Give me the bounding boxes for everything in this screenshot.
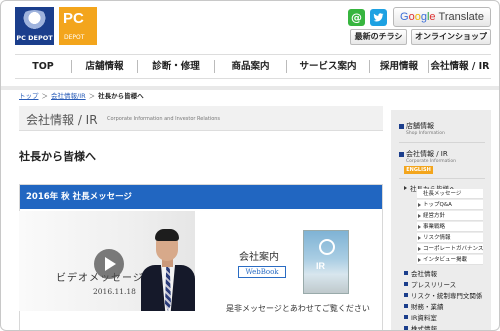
browser-page: PC DEPOT PC DEPOT @ Google Translate 最新のチ… [0, 0, 500, 331]
sidebar-subitem[interactable]: インタビュー掲載 [417, 255, 483, 265]
pc-depot-badge[interactable]: PC DEPOT [59, 7, 97, 45]
english-badge[interactable]: ENGLISH [404, 166, 433, 174]
message-caption: 是非メッセージとあわせてご覧ください [226, 304, 370, 313]
section-title: 会社情報 / IR [26, 113, 98, 127]
page-title: 社長から皆様へ [19, 150, 96, 163]
section-header: 会社情報 / IR Corporate Information and Inve… [19, 106, 383, 131]
sidebar-divider [399, 142, 485, 143]
sidebar-subitem[interactable]: 社長メッセージ [417, 189, 483, 199]
sidebar-subitem[interactable]: リスク情報 [417, 233, 483, 243]
sidebar-item-stores-sub: Shop Information [406, 131, 445, 136]
sidebar-subitem[interactable]: コーポレートガバナンス [417, 244, 483, 254]
triangle-bullet-icon [404, 186, 407, 190]
nav-item-repair[interactable]: 診断・修理 [137, 60, 214, 73]
breadcrumb-separator: ＞ [41, 92, 49, 100]
twitter-icon[interactable] [370, 9, 387, 26]
nav-item-recruit[interactable]: 採用情報 [369, 60, 428, 73]
mail-icon[interactable]: @ [348, 9, 365, 26]
nav-item-products[interactable]: 商品案内 [214, 60, 286, 73]
breadcrumb: トップ＞会社情報/IR ＞社長から皆様へ [19, 90, 144, 100]
google-translate-button[interactable]: Google Translate [393, 7, 491, 27]
president-photo [141, 229, 195, 311]
pc-depot-logo[interactable]: PC DEPOT [15, 7, 54, 45]
sidebar-subitem[interactable]: 事業戦略 [417, 222, 483, 232]
play-icon[interactable] [94, 249, 124, 279]
latest-flyer-button[interactable]: 最新のチラシ [350, 29, 407, 45]
square-bullet-icon [399, 152, 404, 157]
sidebar-item-company-info[interactable]: 会社情報 [404, 268, 437, 278]
square-bullet-icon [399, 124, 404, 129]
nav-item-top[interactable]: TOP [15, 60, 71, 73]
company-guide-label: 会社案内 [239, 252, 279, 263]
online-shop-button[interactable]: オンラインショップ [411, 29, 491, 45]
photo-hair [155, 229, 179, 241]
breadcrumb-current: 社長から皆様へ [98, 92, 144, 100]
sidebar-item-company-sub: Corporate Information [406, 159, 456, 164]
message-heading: 2016年 秋 社長メッセージ [20, 185, 382, 209]
logo-crest-icon [19, 10, 50, 30]
sidebar-item-financial[interactable]: 財務・業績 [404, 301, 444, 311]
sidebar-item-ir-library[interactable]: IR資料室 [404, 312, 437, 322]
book-cover-text: IR [316, 261, 325, 271]
sidebar-divider [399, 178, 485, 179]
google-letter: G [400, 11, 409, 23]
nav-item-services[interactable]: サービス案内 [286, 60, 369, 73]
breadcrumb-separator: ＞ [88, 92, 96, 100]
bird-icon [373, 13, 384, 22]
video-date: 2016.11.18 [93, 287, 136, 296]
sidebar-item-risk[interactable]: リスク・統制専門文関係 [404, 290, 482, 300]
pc-badge-small: DEPOT [64, 34, 85, 41]
sidebar-item-stock[interactable]: 株式情報 [404, 323, 437, 330]
breadcrumb-top-link[interactable]: トップ [19, 92, 39, 100]
company-guide-book-cover[interactable]: IR [303, 230, 349, 294]
nav-item-stores[interactable]: 店舗情報 [71, 60, 137, 73]
google-letter: e [429, 11, 436, 23]
sidebar-subitem[interactable]: トップQ&A [417, 200, 483, 210]
global-nav: TOP 店舗情報 診断・修理 商品案内 サービス案内 採用情報 会社情報 / I… [15, 54, 491, 79]
section-subtitle: Corporate Information and Investor Relat… [107, 116, 221, 122]
breadcrumb-company-link[interactable]: 会社情報/IR [51, 92, 86, 100]
book-logo-icon [319, 239, 335, 255]
sidebar-item-stores[interactable]: 店舗情報 [406, 121, 434, 131]
translate-label: Translate [438, 11, 484, 23]
webbook-button[interactable]: WebBook [238, 266, 286, 278]
sidebar-subitem[interactable]: 経営方針 [417, 211, 483, 221]
pc-badge-big: PC [63, 10, 84, 27]
sidebar-item-company[interactable]: 会社情報 / IR [406, 149, 448, 159]
logo-text: PC DEPOT [16, 34, 53, 42]
sidebar-item-press[interactable]: プレスリリース [404, 279, 456, 289]
nav-item-company-ir[interactable]: 会社情報 / IR [428, 60, 491, 73]
